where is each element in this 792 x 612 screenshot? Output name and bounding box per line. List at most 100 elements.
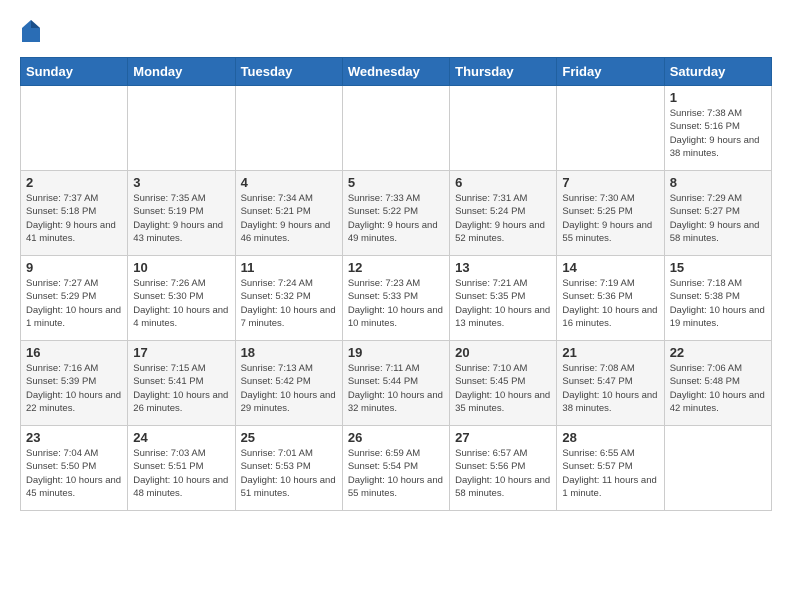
day-info: Sunrise: 7:24 AM Sunset: 5:32 PM Dayligh…: [241, 277, 337, 330]
day-number: 1: [670, 90, 766, 105]
day-number: 2: [26, 175, 122, 190]
day-number: 25: [241, 430, 337, 445]
calendar-cell: 15 Sunrise: 7:18 AM Sunset: 5:38 PM Dayli…: [664, 256, 771, 341]
day-info: Sunrise: 7:38 AM Sunset: 5:16 PM Dayligh…: [670, 107, 766, 160]
weekday-header-wednesday: Wednesday: [342, 58, 449, 86]
day-number: 4: [241, 175, 337, 190]
day-number: 17: [133, 345, 229, 360]
day-number: 12: [348, 260, 444, 275]
calendar-cell: 7Sunrise: 7:30 AM Sunset: 5:25 PM Daylig…: [557, 171, 664, 256]
calendar-week-3: 9 Sunrise: 7:27 AM Sunset: 5:29 PM Daylig…: [21, 256, 772, 341]
weekday-header-row: SundayMondayTuesdayWednesdayThursdayFrid…: [21, 58, 772, 86]
calendar-cell: 11 Sunrise: 7:24 AM Sunset: 5:32 PM Dayli…: [235, 256, 342, 341]
day-info: Sunrise: 7:21 AM Sunset: 5:35 PM Dayligh…: [455, 277, 551, 330]
calendar-cell: [557, 86, 664, 171]
calendar-cell: 21 Sunrise: 7:08 AM Sunset: 5:47 PM Dayli…: [557, 341, 664, 426]
day-info: Sunrise: 7:16 AM Sunset: 5:39 PM Dayligh…: [26, 362, 122, 415]
calendar-cell: 18Sunrise: 7:13 AM Sunset: 5:42 PM Dayli…: [235, 341, 342, 426]
page-header: [20, 20, 772, 47]
day-info: Sunrise: 7:15 AM Sunset: 5:41 PM Dayligh…: [133, 362, 229, 415]
day-info: Sunrise: 7:08 AM Sunset: 5:47 PM Dayligh…: [562, 362, 658, 415]
calendar-cell: 8 Sunrise: 7:29 AM Sunset: 5:27 PM Daylig…: [664, 171, 771, 256]
logo: [20, 20, 40, 47]
day-number: 24: [133, 430, 229, 445]
weekday-header-tuesday: Tuesday: [235, 58, 342, 86]
day-info: Sunrise: 7:18 AM Sunset: 5:38 PM Dayligh…: [670, 277, 766, 330]
calendar-cell: 2 Sunrise: 7:37 AM Sunset: 5:18 PM Daylig…: [21, 171, 128, 256]
calendar-cell: 5Sunrise: 7:33 AM Sunset: 5:22 PM Daylig…: [342, 171, 449, 256]
calendar-cell: 14 Sunrise: 7:19 AM Sunset: 5:36 PM Dayli…: [557, 256, 664, 341]
calendar-cell: 23 Sunrise: 7:04 AM Sunset: 5:50 PM Dayli…: [21, 426, 128, 511]
day-info: Sunrise: 7:37 AM Sunset: 5:18 PM Dayligh…: [26, 192, 122, 245]
day-number: 13: [455, 260, 551, 275]
calendar-cell: 13 Sunrise: 7:21 AM Sunset: 5:35 PM Dayli…: [450, 256, 557, 341]
day-info: Sunrise: 7:26 AM Sunset: 5:30 PM Dayligh…: [133, 277, 229, 330]
weekday-header-friday: Friday: [557, 58, 664, 86]
calendar-cell: 20 Sunrise: 7:10 AM Sunset: 5:45 PM Dayli…: [450, 341, 557, 426]
day-info: Sunrise: 7:27 AM Sunset: 5:29 PM Dayligh…: [26, 277, 122, 330]
calendar-cell: 26 Sunrise: 6:59 AM Sunset: 5:54 PM Dayli…: [342, 426, 449, 511]
calendar-cell: 12 Sunrise: 7:23 AM Sunset: 5:33 PM Dayli…: [342, 256, 449, 341]
day-info: Sunrise: 7:19 AM Sunset: 5:36 PM Dayligh…: [562, 277, 658, 330]
day-number: 6: [455, 175, 551, 190]
day-number: 19: [348, 345, 444, 360]
day-number: 8: [670, 175, 766, 190]
calendar-cell: 25 Sunrise: 7:01 AM Sunset: 5:53 PM Dayli…: [235, 426, 342, 511]
day-info: Sunrise: 7:34 AM Sunset: 5:21 PM Dayligh…: [241, 192, 337, 245]
calendar-cell: [128, 86, 235, 171]
day-number: 11: [241, 260, 337, 275]
day-number: 9: [26, 260, 122, 275]
day-info: Sunrise: 6:55 AM Sunset: 5:57 PM Dayligh…: [562, 447, 658, 500]
calendar-week-4: 16 Sunrise: 7:16 AM Sunset: 5:39 PM Dayli…: [21, 341, 772, 426]
day-info: Sunrise: 7:11 AM Sunset: 5:44 PM Dayligh…: [348, 362, 444, 415]
day-info: Sunrise: 7:23 AM Sunset: 5:33 PM Dayligh…: [348, 277, 444, 330]
day-info: Sunrise: 7:35 AM Sunset: 5:19 PM Dayligh…: [133, 192, 229, 245]
calendar-cell: 16 Sunrise: 7:16 AM Sunset: 5:39 PM Dayli…: [21, 341, 128, 426]
calendar-cell: 22 Sunrise: 7:06 AM Sunset: 5:48 PM Dayli…: [664, 341, 771, 426]
day-number: 14: [562, 260, 658, 275]
calendar-cell: 10 Sunrise: 7:26 AM Sunset: 5:30 PM Dayli…: [128, 256, 235, 341]
day-info: Sunrise: 7:13 AM Sunset: 5:42 PM Dayligh…: [241, 362, 337, 415]
day-number: 15: [670, 260, 766, 275]
day-number: 10: [133, 260, 229, 275]
calendar-cell: [235, 86, 342, 171]
day-number: 21: [562, 345, 658, 360]
calendar-cell: 27Sunrise: 6:57 AM Sunset: 5:56 PM Dayli…: [450, 426, 557, 511]
calendar-cell: 19 Sunrise: 7:11 AM Sunset: 5:44 PM Dayli…: [342, 341, 449, 426]
weekday-header-saturday: Saturday: [664, 58, 771, 86]
weekday-header-monday: Monday: [128, 58, 235, 86]
calendar-week-5: 23 Sunrise: 7:04 AM Sunset: 5:50 PM Dayli…: [21, 426, 772, 511]
day-info: Sunrise: 7:29 AM Sunset: 5:27 PM Dayligh…: [670, 192, 766, 245]
calendar-cell: 9 Sunrise: 7:27 AM Sunset: 5:29 PM Daylig…: [21, 256, 128, 341]
day-info: Sunrise: 7:03 AM Sunset: 5:51 PM Dayligh…: [133, 447, 229, 500]
calendar-cell: 17 Sunrise: 7:15 AM Sunset: 5:41 PM Dayli…: [128, 341, 235, 426]
day-number: 26: [348, 430, 444, 445]
calendar-cell: 3 Sunrise: 7:35 AM Sunset: 5:19 PM Daylig…: [128, 171, 235, 256]
calendar-cell: 4 Sunrise: 7:34 AM Sunset: 5:21 PM Daylig…: [235, 171, 342, 256]
logo-icon: [22, 20, 40, 42]
day-number: 5: [348, 175, 444, 190]
calendar-table: SundayMondayTuesdayWednesdayThursdayFrid…: [20, 57, 772, 511]
calendar-cell: 1 Sunrise: 7:38 AM Sunset: 5:16 PM Daylig…: [664, 86, 771, 171]
day-number: 20: [455, 345, 551, 360]
weekday-header-thursday: Thursday: [450, 58, 557, 86]
day-info: Sunrise: 7:06 AM Sunset: 5:48 PM Dayligh…: [670, 362, 766, 415]
calendar-cell: [664, 426, 771, 511]
day-number: 28: [562, 430, 658, 445]
day-info: Sunrise: 7:10 AM Sunset: 5:45 PM Dayligh…: [455, 362, 551, 415]
calendar-cell: [342, 86, 449, 171]
day-info: Sunrise: 6:59 AM Sunset: 5:54 PM Dayligh…: [348, 447, 444, 500]
day-number: 23: [26, 430, 122, 445]
day-number: 27: [455, 430, 551, 445]
calendar-week-2: 2 Sunrise: 7:37 AM Sunset: 5:18 PM Daylig…: [21, 171, 772, 256]
calendar-cell: [21, 86, 128, 171]
weekday-header-sunday: Sunday: [21, 58, 128, 86]
calendar-cell: 28 Sunrise: 6:55 AM Sunset: 5:57 PM Dayli…: [557, 426, 664, 511]
day-number: 3: [133, 175, 229, 190]
day-number: 7: [562, 175, 658, 190]
day-number: 16: [26, 345, 122, 360]
day-number: 22: [670, 345, 766, 360]
day-info: Sunrise: 7:04 AM Sunset: 5:50 PM Dayligh…: [26, 447, 122, 500]
day-info: Sunrise: 7:31 AM Sunset: 5:24 PM Dayligh…: [455, 192, 551, 245]
day-info: Sunrise: 7:01 AM Sunset: 5:53 PM Dayligh…: [241, 447, 337, 500]
